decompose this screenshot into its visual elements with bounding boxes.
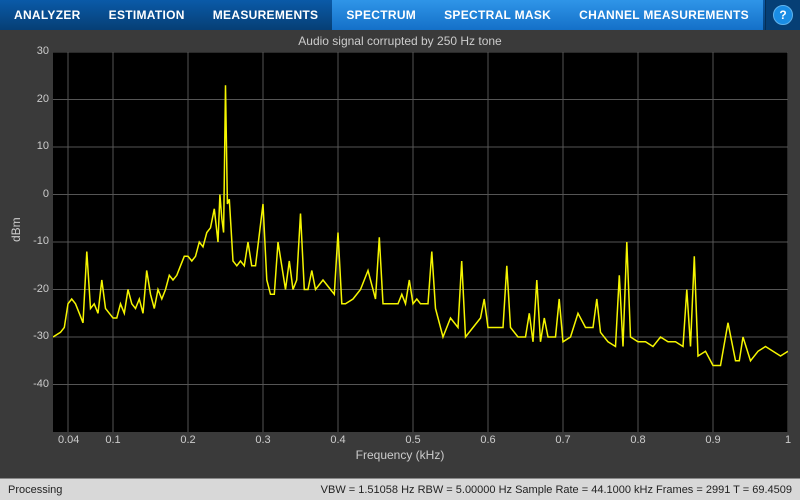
y-tick: 20 <box>19 93 49 105</box>
spectrum-plot[interactable] <box>53 52 788 432</box>
toolbar: ANALYZERESTIMATIONMEASUREMENTSSPECTRUMSP… <box>0 0 800 30</box>
y-tick: -40 <box>19 378 49 390</box>
x-tick: 0.04 <box>58 434 78 446</box>
tab-estimation[interactable]: ESTIMATION <box>95 0 199 30</box>
x-axis-label: Frequency (kHz) <box>0 448 800 462</box>
x-tick: 0.6 <box>478 434 498 446</box>
tab-spectrum[interactable]: SPECTRUM <box>332 0 430 30</box>
tab-spectral-mask[interactable]: SPECTRAL MASK <box>430 0 565 30</box>
help-button[interactable]: ? <box>765 0 800 30</box>
y-tick: 10 <box>19 140 49 152</box>
tab-analyzer[interactable]: ANALYZER <box>0 0 95 30</box>
spectrum-trace <box>53 85 788 365</box>
status-metrics: VBW = 1.51058 Hz RBW = 5.00000 Hz Sample… <box>321 484 792 496</box>
x-tick: 0.4 <box>328 434 348 446</box>
y-tick: -20 <box>19 283 49 295</box>
x-tick: 0.7 <box>553 434 573 446</box>
x-tick: 0.1 <box>103 434 123 446</box>
help-icon: ? <box>773 5 793 25</box>
chart-title: Audio signal corrupted by 250 Hz tone <box>0 34 800 48</box>
status-processing: Processing <box>8 484 62 496</box>
y-tick: 0 <box>19 188 49 200</box>
chart-area: Audio signal corrupted by 250 Hz tone dB… <box>0 30 800 478</box>
x-tick: 0.2 <box>178 434 198 446</box>
y-tick: 30 <box>19 45 49 57</box>
x-tick: 0.8 <box>628 434 648 446</box>
tab-measurements[interactable]: MEASUREMENTS <box>199 0 333 30</box>
x-tick: 0.9 <box>703 434 723 446</box>
tab-channel-measurements[interactable]: CHANNEL MEASUREMENTS <box>565 0 763 30</box>
status-bar: Processing VBW = 1.51058 Hz RBW = 5.0000… <box>0 478 800 500</box>
y-tick: -30 <box>19 330 49 342</box>
x-tick: 1 <box>778 434 798 446</box>
y-tick: -10 <box>19 235 49 247</box>
x-tick: 0.3 <box>253 434 273 446</box>
x-tick: 0.5 <box>403 434 423 446</box>
